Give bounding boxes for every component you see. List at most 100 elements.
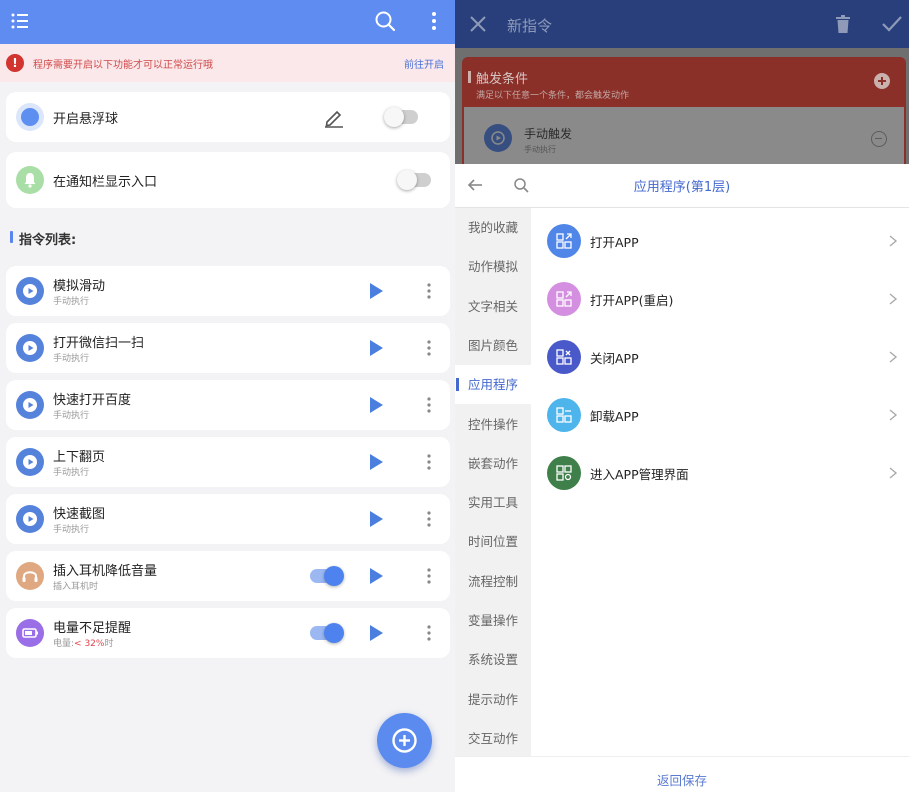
command-card[interactable]: 快速截图 手动执行 (6, 494, 450, 544)
trash-icon[interactable] (833, 14, 853, 34)
restart-app-icon (547, 282, 581, 316)
uninstall-app-icon (547, 398, 581, 432)
play-icon[interactable] (368, 510, 384, 528)
category-item[interactable]: 交互动作 (455, 719, 531, 758)
close-app-icon (547, 340, 581, 374)
trigger-title: 触发条件 (476, 72, 529, 87)
action-item[interactable]: 关闭APP (531, 328, 909, 386)
category-item[interactable]: 嵌套动作 (455, 444, 531, 483)
more-vertical-icon[interactable] (421, 509, 437, 529)
floating-ball-toggle[interactable] (384, 107, 418, 127)
command-card[interactable]: 插入耳机降低音量插入耳机时 (6, 551, 450, 601)
category-item[interactable]: 动作模拟 (455, 247, 531, 286)
action-picker-sheet: 应用程序(第1层) 我的收藏 动作模拟 文字相关 图片颜色 应用程序 控件操作 嵌套动作 实用… (455, 164, 909, 792)
sheet-footer: 返回保存 (455, 756, 909, 792)
manual-trigger-icon (16, 391, 44, 419)
play-icon[interactable] (368, 339, 384, 357)
play-icon[interactable] (368, 567, 384, 585)
new-command-title: 新指令 (507, 17, 553, 35)
floating-ball-card: 开启悬浮球 (6, 92, 450, 142)
category-item[interactable]: 文字相关 (455, 287, 531, 326)
action-label: 关闭APP (590, 351, 639, 366)
add-command-button[interactable] (377, 713, 432, 768)
action-item[interactable]: 卸载APP (531, 386, 909, 444)
floating-ball-label: 开启悬浮球 (53, 112, 119, 127)
list-menu-icon[interactable] (10, 11, 30, 31)
play-icon[interactable] (368, 396, 384, 414)
command-subtitle: 手动执行 (53, 525, 90, 535)
more-vertical-icon[interactable] (421, 338, 437, 358)
close-icon[interactable] (469, 15, 487, 33)
more-vertical-icon[interactable] (421, 452, 437, 472)
more-vertical-icon[interactable] (424, 10, 444, 32)
action-item[interactable]: 打开APP (531, 212, 909, 270)
manual-trigger-icon (16, 448, 44, 476)
category-item[interactable]: 提示动作 (455, 680, 531, 719)
action-item[interactable]: 打开APP(重启) (531, 270, 909, 328)
go-enable-link[interactable]: 前往开启 (404, 56, 444, 71)
battery-threshold-value: < 32% (74, 639, 105, 649)
category-item[interactable]: 变量操作 (455, 601, 531, 640)
category-item[interactable]: 控件操作 (455, 405, 531, 444)
category-item[interactable]: 流程控制 (455, 562, 531, 601)
command-subtitle: 手动执行 (53, 468, 90, 478)
trigger-item-subtitle: 手动执行 (524, 145, 556, 154)
trigger-item-title: 手动触发 (524, 127, 573, 141)
more-vertical-icon[interactable] (421, 395, 437, 415)
category-sidebar: 我的收藏 动作模拟 文字相关 图片颜色 应用程序 控件操作 嵌套动作 实用工具 时间位置 流程控制… (455, 208, 531, 756)
manual-trigger-icon (484, 124, 512, 152)
remove-trigger-icon[interactable] (871, 131, 887, 147)
command-card[interactable]: 快速打开百度 手动执行 (6, 380, 450, 430)
new-command-app-bar: 新指令 (455, 0, 909, 48)
action-label: 进入APP管理界面 (590, 467, 689, 482)
command-subtitle: 插入耳机时 (53, 582, 99, 592)
floating-ball-icon (16, 103, 44, 131)
category-item[interactable]: 图片颜色 (455, 326, 531, 365)
battery-condition-prefix: 电量: (53, 639, 75, 649)
command-title: 插入耳机降低音量 (53, 564, 158, 579)
manual-trigger-icon (16, 277, 44, 305)
command-title: 上下翻页 (53, 450, 106, 465)
app-bar (0, 0, 455, 44)
category-item[interactable]: 实用工具 (455, 483, 531, 522)
action-label: 打开APP (590, 235, 639, 250)
manual-trigger-icon (16, 505, 44, 533)
more-vertical-icon[interactable] (421, 281, 437, 301)
play-icon[interactable] (368, 282, 384, 300)
edit-pencil-icon[interactable] (323, 106, 345, 128)
chevron-right-icon (889, 235, 898, 247)
command-subtitle: 手动执行 (53, 297, 90, 307)
command-card[interactable]: 电量不足提醒电量:< 32%时 (6, 608, 450, 658)
command-card[interactable]: 模拟滑动 手动执行 (6, 266, 450, 316)
chevron-right-icon (889, 351, 898, 363)
action-label: 卸载APP (590, 409, 639, 424)
more-vertical-icon[interactable] (421, 566, 437, 586)
category-item[interactable]: 我的收藏 (455, 208, 531, 247)
add-trigger-icon[interactable] (874, 73, 890, 89)
action-item[interactable]: 进入APP管理界面 (531, 444, 909, 502)
category-item[interactable]: 应用程序 (455, 365, 531, 405)
command-toggle[interactable] (310, 623, 344, 643)
dimmed-background: 触发条件 满足以下任意一个条件，都会触发动作 手动触发 手动执行 (455, 48, 909, 177)
category-item[interactable]: 时间位置 (455, 522, 531, 561)
chevron-right-icon (889, 293, 898, 305)
notification-entry-card: 在通知栏显示入口 (6, 152, 450, 208)
command-title: 电量不足提醒 (53, 621, 132, 636)
play-icon[interactable] (368, 453, 384, 471)
category-item[interactable]: 系统设置 (455, 640, 531, 679)
confirm-check-icon[interactable] (881, 14, 903, 34)
play-icon[interactable] (368, 624, 384, 642)
back-save-button[interactable]: 返回保存 (455, 770, 909, 789)
notification-entry-toggle[interactable] (397, 170, 431, 190)
battery-condition-suffix: 时 (104, 639, 114, 649)
bell-icon (16, 166, 44, 194)
action-label: 打开APP(重启) (590, 293, 674, 308)
command-card[interactable]: 打开微信扫一扫 手动执行 (6, 323, 450, 373)
open-app-icon (547, 224, 581, 258)
command-card[interactable]: 上下翻页 手动执行 (6, 437, 450, 487)
more-vertical-icon[interactable] (421, 623, 437, 643)
command-subtitle: 手动执行 (53, 411, 90, 421)
command-toggle[interactable] (310, 566, 344, 586)
trigger-conditions-card: 触发条件 满足以下任意一个条件，都会触发动作 手动触发 手动执行 (462, 57, 906, 177)
search-icon[interactable] (374, 10, 396, 32)
